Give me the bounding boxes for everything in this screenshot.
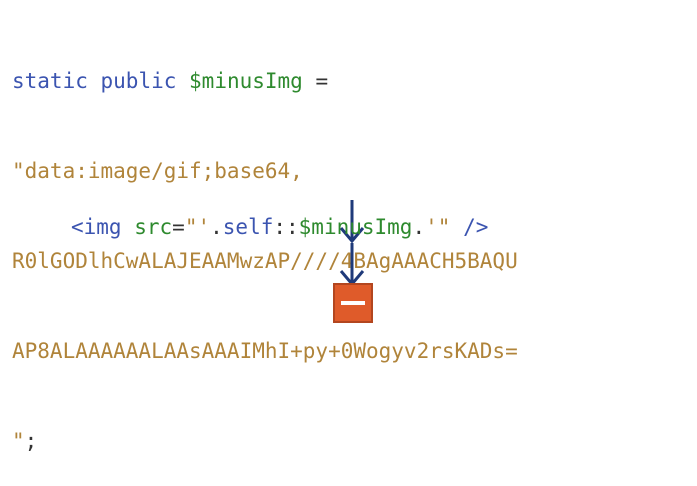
img-tag-open: <img	[71, 215, 122, 239]
img-variable-minusimg: $minusImg	[298, 215, 413, 239]
string-data-uri-prefix: "data:image/gif;base64,	[12, 159, 303, 183]
semicolon: ;	[24, 429, 38, 453]
self-keyword: self	[222, 215, 274, 239]
string-base64-part2: AP8ALAAAAAALAAsAAAIMhI+py+0Wogyv2rsKADs=	[12, 339, 518, 363]
img-close-quote: '"	[425, 215, 451, 239]
img-open-quote: "'	[184, 215, 211, 239]
assign-operator: =	[315, 69, 329, 93]
concat-dot-2: .	[412, 215, 426, 239]
img-src-attribute: src	[134, 215, 173, 239]
arrow-down-icon	[339, 243, 365, 287]
keyword-public: public	[100, 69, 177, 93]
scope-operator: ::	[273, 215, 299, 239]
code-line-declaration: static public $minusImg =	[12, 66, 518, 96]
string-base64-part1: R0lGODlhCwALAJEAAMwzAP////4BAgAAACH5BAQU	[12, 249, 518, 273]
concat-dot-1: .	[210, 215, 223, 239]
keyword-static: static	[12, 69, 88, 93]
minus-icon	[333, 283, 373, 323]
variable-minusimg: $minusImg	[189, 69, 303, 93]
string-close-quote: "	[12, 429, 25, 453]
img-tag-close: />	[463, 215, 489, 239]
html-img-tag-line: <img src="'.self::$minusImg.'" />	[71, 212, 488, 242]
img-equals: =	[172, 215, 185, 239]
minus-bar	[341, 301, 365, 305]
code-line-terminator: ";	[12, 426, 518, 456]
php-code-block: static public $minusImg = "data:image/gi…	[12, 6, 518, 486]
